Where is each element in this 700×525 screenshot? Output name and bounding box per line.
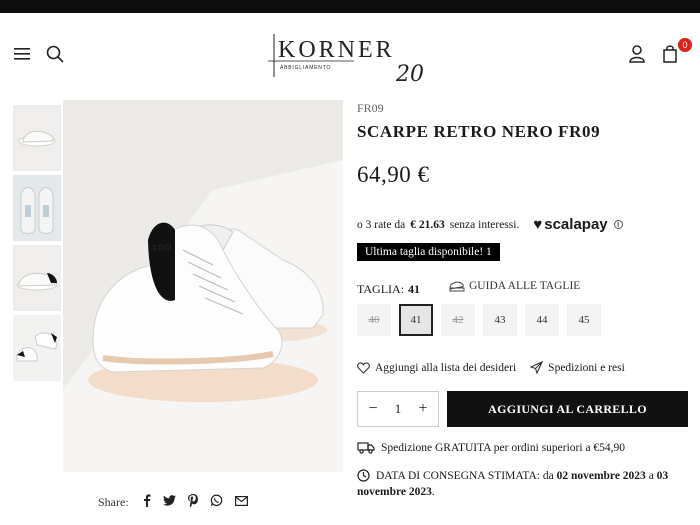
size-option[interactable]: 41: [399, 304, 433, 336]
shipping-returns-link[interactable]: Spedizioni e resi: [530, 361, 625, 374]
quantity-value[interactable]: 1: [395, 401, 402, 417]
delivery-estimate: DATA DI CONSEGNA STIMATA: da 02 novembre…: [357, 469, 669, 498]
bag-icon[interactable]: [660, 44, 680, 64]
thumbnail-strip: [13, 105, 61, 385]
clock-icon: [357, 469, 370, 482]
ruler-icon: [449, 281, 465, 292]
pinterest-icon[interactable]: [187, 494, 198, 511]
size-option[interactable]: 40: [357, 304, 391, 336]
size-selector: 40 41 42 43 44 45: [357, 304, 601, 336]
share-row: Share:: [98, 494, 248, 511]
info-icon[interactable]: i: [613, 220, 623, 229]
svg-text:ABBIGLIAMENTO: ABBIGLIAMENTO: [280, 65, 331, 71]
size-label: TAGLIA: 41: [357, 282, 421, 296]
announcement-bar: [0, 0, 700, 13]
size-option[interactable]: 44: [525, 304, 559, 336]
cart-count-badge: 0: [678, 38, 692, 52]
share-label: Share:: [98, 495, 129, 509]
heart-icon: ♥: [533, 216, 543, 233]
thumbnail[interactable]: [13, 245, 61, 311]
site-header: KORNER 20 ABBIGLIAMENTO 0: [0, 13, 700, 95]
whatsapp-icon[interactable]: [210, 494, 223, 511]
send-icon: [530, 361, 544, 374]
installments-info: o 3 rate da € 21.63 senza interessi. ♥ sc…: [357, 216, 623, 233]
heart-outline-icon: [357, 361, 370, 374]
quantity-decrease-button[interactable]: −: [366, 400, 380, 418]
free-shipping-info: Spedizione GRATUITA per ordini superiori…: [357, 441, 625, 454]
product-price: 64,90 €: [357, 162, 430, 187]
product-title: SCARPE RETRO NERO FR09: [357, 122, 601, 141]
size-option[interactable]: 45: [567, 304, 601, 336]
email-icon[interactable]: [234, 495, 248, 510]
product-main-image[interactable]: FRO: [63, 100, 343, 472]
size-option[interactable]: 43: [483, 304, 517, 336]
wishlist-link[interactable]: Aggiungi alla lista dei desideri: [357, 362, 516, 374]
size-guide-link[interactable]: GUIDA ALLE TAGLIE: [449, 280, 580, 292]
menu-icon[interactable]: [13, 45, 31, 63]
svg-text:KORNER: KORNER: [278, 37, 395, 63]
add-to-cart-button[interactable]: AGGIUNGI AL CARRELLO: [447, 391, 688, 427]
svg-text:20: 20: [395, 62, 424, 87]
thumbnail[interactable]: [13, 315, 61, 381]
product-links: Aggiungi alla lista dei desideri Spedizi…: [357, 361, 625, 374]
size-option[interactable]: 42: [441, 304, 475, 336]
thumbnail[interactable]: [13, 175, 61, 241]
search-icon[interactable]: [45, 44, 65, 64]
truck-icon: [357, 442, 375, 454]
scalapay-logo[interactable]: ♥ scalapay i: [533, 216, 623, 233]
facebook-icon[interactable]: [143, 494, 151, 511]
user-icon[interactable]: [627, 44, 647, 64]
product-sku: FR09: [357, 101, 384, 115]
quantity-increase-button[interactable]: +: [416, 400, 430, 418]
site-logo[interactable]: KORNER 20 ABBIGLIAMENTO: [266, 31, 436, 91]
stock-badge: Ultima taglia disponibile! 1: [357, 243, 500, 261]
thumbnail[interactable]: [13, 105, 61, 171]
quantity-stepper: − 1 +: [357, 391, 439, 427]
twitter-icon[interactable]: [162, 495, 176, 510]
